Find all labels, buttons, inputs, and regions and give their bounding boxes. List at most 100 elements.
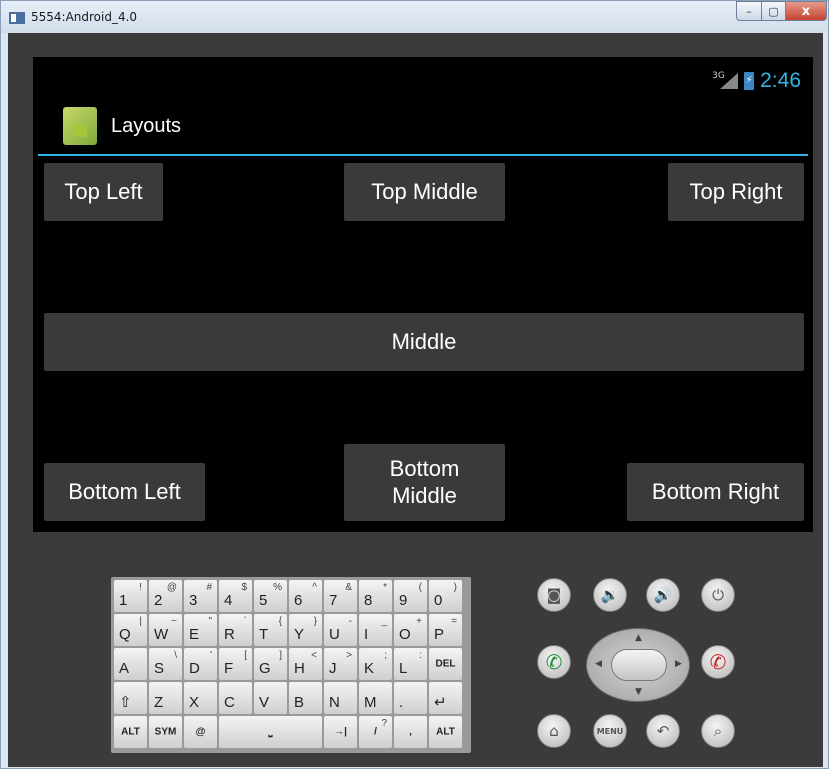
- keyboard-key[interactable]: 6 ^: [289, 580, 322, 612]
- key-alt-label: :: [419, 650, 422, 661]
- keyboard-key[interactable]: DEL: [429, 648, 462, 680]
- keyboard-key[interactable]: 3 #: [184, 580, 217, 612]
- keyboard-key[interactable]: Y}: [289, 614, 322, 646]
- tab-key[interactable]: →|: [324, 716, 357, 748]
- keyboard-key[interactable]: B: [289, 682, 322, 714]
- end-call-button[interactable]: ✆: [701, 645, 735, 679]
- keyboard-key[interactable]: N: [324, 682, 357, 714]
- volume-down-button[interactable]: 🔉: [593, 578, 627, 612]
- key-alt-label: >: [346, 650, 352, 661]
- keyboard-key[interactable]: O +: [394, 614, 427, 646]
- dpad-down-icon[interactable]: ▼: [635, 687, 642, 697]
- keyboard-key[interactable]: D ': [184, 648, 217, 680]
- key-alt-label: ": [208, 616, 212, 627]
- at-key[interactable]: @: [184, 716, 217, 748]
- search-button[interactable]: ⌕: [701, 714, 735, 748]
- dpad-center[interactable]: [611, 649, 667, 681]
- key-label: D: [189, 660, 200, 677]
- top-right-button[interactable]: Top Right: [668, 163, 804, 221]
- dpad-right-icon[interactable]: ▶: [675, 659, 682, 669]
- keyboard-key[interactable]: ↵: [429, 682, 462, 714]
- key-label: C: [224, 694, 235, 711]
- keyboard-key[interactable]: 0): [429, 580, 462, 612]
- key-label: ALT: [121, 726, 140, 738]
- sym-key[interactable]: SYM: [149, 716, 182, 748]
- signal-icon: 3G: [712, 71, 739, 91]
- back-button[interactable]: ↶: [646, 714, 680, 748]
- keyboard-key[interactable]: 2 @: [149, 580, 182, 612]
- key-alt-label: ': [210, 650, 212, 661]
- key-label: J: [329, 660, 337, 677]
- keyboard-key[interactable]: .: [394, 682, 427, 714]
- bottom-right-button[interactable]: Bottom Right: [627, 463, 804, 521]
- key-label: S: [154, 660, 165, 677]
- keyboard-key[interactable]: H <: [289, 648, 322, 680]
- key-label: 3: [189, 592, 198, 609]
- key-alt-label: -: [348, 616, 352, 627]
- maximize-button[interactable]: ▢: [761, 1, 786, 21]
- keyboard-key[interactable]: I _: [359, 614, 392, 646]
- power-button[interactable]: ⏻: [701, 578, 735, 612]
- dpad-up-icon[interactable]: ▲: [635, 633, 642, 643]
- key-label: DEL: [435, 658, 456, 670]
- app-icon[interactable]: [63, 107, 97, 145]
- comma-key[interactable]: ,: [394, 716, 427, 748]
- keyboard-key[interactable]: 8 *: [359, 580, 392, 612]
- keyboard-key[interactable]: A: [114, 648, 147, 680]
- alt-left-key[interactable]: ALT: [114, 716, 147, 748]
- keyboard-key[interactable]: G]: [254, 648, 287, 680]
- status-bar: 3G ⚡ 2:46: [712, 69, 801, 93]
- keyboard-key[interactable]: 4 $: [219, 580, 252, 612]
- keyboard-key[interactable]: C: [219, 682, 252, 714]
- slash-key[interactable]: ? /: [359, 716, 392, 748]
- keyboard-key[interactable]: U-: [324, 614, 357, 646]
- keyboard-key[interactable]: S \: [149, 648, 182, 680]
- home-button[interactable]: ⌂: [537, 714, 571, 748]
- keyboard-key[interactable]: Q |: [114, 614, 147, 646]
- volume-up-button[interactable]: 🔊: [646, 578, 680, 612]
- top-left-button[interactable]: Top Left: [44, 163, 163, 221]
- key-label: L: [399, 660, 408, 677]
- keyboard-key[interactable]: 1!: [114, 580, 147, 612]
- keyboard-key[interactable]: W ~: [149, 614, 182, 646]
- key-label: 1: [119, 592, 128, 609]
- keyboard-key[interactable]: T{: [254, 614, 287, 646]
- keyboard-key[interactable]: ⇧: [114, 682, 147, 714]
- call-button[interactable]: ✆: [537, 645, 571, 679]
- key-alt-label: \: [174, 650, 177, 661]
- keyboard-key[interactable]: M: [359, 682, 392, 714]
- keyboard-key[interactable]: V: [254, 682, 287, 714]
- key-alt-label: ~: [171, 616, 177, 627]
- keyboard-key[interactable]: J >: [324, 648, 357, 680]
- keyboard-key[interactable]: X: [184, 682, 217, 714]
- keyboard-key[interactable]: E ": [184, 614, 217, 646]
- middle-button[interactable]: Middle: [44, 313, 804, 371]
- keyboard-key[interactable]: P =: [429, 614, 462, 646]
- keyboard-key[interactable]: 9(: [394, 580, 427, 612]
- alt-right-key[interactable]: ALT: [429, 716, 462, 748]
- bottom-middle-button[interactable]: Bottom Middle: [344, 444, 505, 521]
- keyboard-key[interactable]: R `: [219, 614, 252, 646]
- action-bar: Layouts: [33, 101, 813, 157]
- keyboard-key[interactable]: K;: [359, 648, 392, 680]
- key-label: 9: [399, 592, 408, 609]
- space-key[interactable]: ⎵: [219, 716, 322, 748]
- dpad-left-icon[interactable]: ◀: [595, 659, 602, 669]
- keyboard-key[interactable]: Z: [149, 682, 182, 714]
- menu-button[interactable]: MENU: [593, 714, 627, 748]
- bottom-left-button[interactable]: Bottom Left: [44, 463, 205, 521]
- close-button[interactable]: x: [785, 1, 827, 21]
- key-label: M: [364, 694, 377, 711]
- dpad[interactable]: ▲ ▼ ◀ ▶: [586, 628, 690, 702]
- keyboard-key[interactable]: 7 &: [324, 580, 357, 612]
- app-window-icon: [9, 12, 25, 24]
- minimize-button[interactable]: –: [736, 1, 762, 21]
- keyboard-key[interactable]: 5%: [254, 580, 287, 612]
- keyboard-key[interactable]: L:: [394, 648, 427, 680]
- keyboard-key[interactable]: F[: [219, 648, 252, 680]
- top-middle-button[interactable]: Top Middle: [344, 163, 505, 221]
- key-label: B: [294, 694, 305, 711]
- camera-button[interactable]: ◙: [537, 578, 571, 612]
- key-label: 6: [294, 592, 303, 609]
- key-label: ⇧: [119, 694, 132, 711]
